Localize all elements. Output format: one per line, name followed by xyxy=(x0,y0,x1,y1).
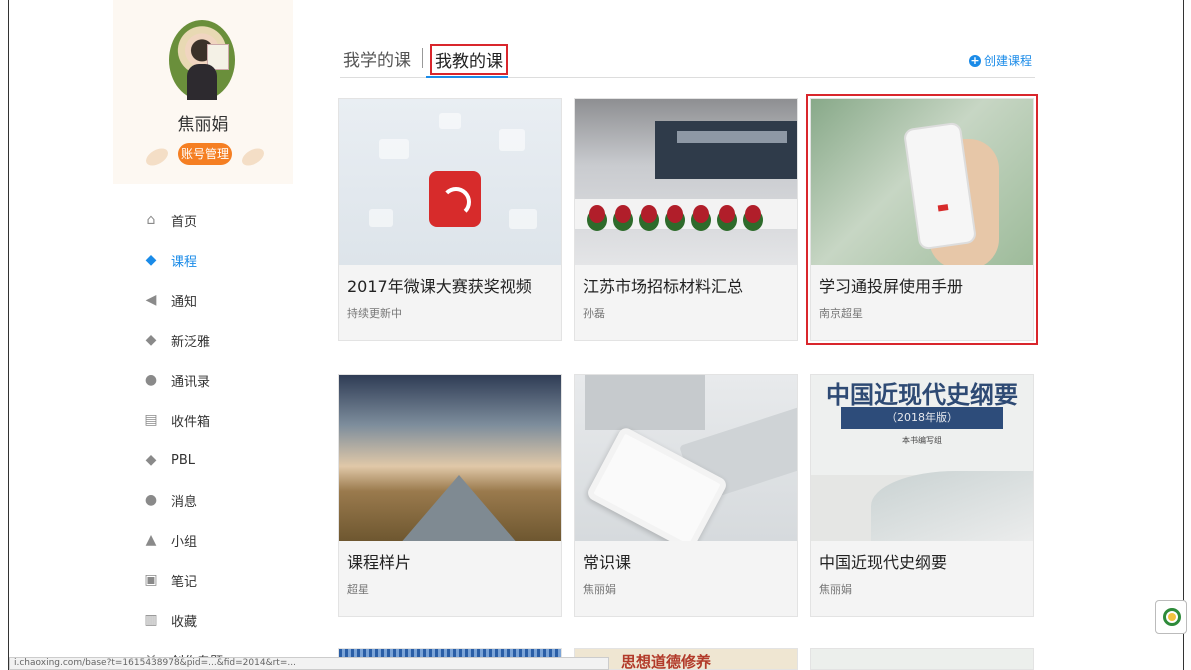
inbox-icon: ▤ xyxy=(144,412,158,428)
diamond-icon: ◆ xyxy=(145,332,157,348)
sidebar-item-inbox[interactable]: ▤ 收件箱 xyxy=(113,400,293,440)
sidebar-item-label: 课程 xyxy=(171,254,198,270)
browser-status-url: i.chaoxing.com/base?t=1615438978&pid=...… xyxy=(9,657,609,670)
course-card[interactable]: 中国近现代史纲要 （2018年版） 本书编写组 中国近现代史纲要 焦丽娟 xyxy=(810,374,1034,617)
create-course-button[interactable]: + 创建课程 xyxy=(968,52,1032,69)
course-author: 孙磊 xyxy=(583,307,605,320)
course-author: 焦丽娟 xyxy=(819,583,852,596)
sidebar-item-label: 通知 xyxy=(171,294,198,310)
book-cover-edition: （2018年版） xyxy=(841,407,1003,429)
course-title: 学习通投屏使用手册 xyxy=(819,277,964,296)
group-icon: ▲ xyxy=(145,532,157,548)
sidebar-item-home[interactable]: ⌂ 首页 xyxy=(113,200,293,240)
sidebar-item-notes[interactable]: ▣ 笔记 xyxy=(113,560,293,600)
book-cover-title: 中国近现代史纲要 xyxy=(826,381,1018,409)
course-thumbnail xyxy=(575,375,797,541)
support-agent-icon xyxy=(1163,608,1181,626)
sidebar-item-pbl[interactable]: ◆ PBL xyxy=(113,440,293,480)
customer-service-button[interactable] xyxy=(1155,600,1187,634)
sidebar-item-favorites[interactable]: ▥ 收藏 xyxy=(113,600,293,640)
home-icon: ⌂ xyxy=(146,212,156,228)
partial-card-text: 思想道德修养 xyxy=(621,653,712,670)
course-author: 持续更新中 xyxy=(347,307,402,320)
sidebar: 焦丽娟 账号管理 ⌂ 首页 ◆ 课程 ◀ 通知 ◆ 新泛雅 ● 通讯录 ▤ 收件… xyxy=(113,0,293,670)
course-title: 常识课 xyxy=(583,553,632,572)
decor-leaf-right xyxy=(239,144,267,170)
course-icon: ◆ xyxy=(145,252,157,268)
tab-learning-courses[interactable]: 我学的课 xyxy=(343,46,411,71)
course-card[interactable]: 课程样片 超星 xyxy=(338,374,562,617)
avatar[interactable] xyxy=(169,20,235,100)
course-title: 课程样片 xyxy=(347,553,412,572)
sidebar-item-label: 首页 xyxy=(171,214,198,230)
tab-teaching-courses[interactable]: 我教的课 xyxy=(430,44,508,75)
book-cover-editor: 本书编写组 xyxy=(902,436,942,445)
avatar-figure xyxy=(187,64,217,100)
sidebar-item-label: 收件箱 xyxy=(171,414,211,430)
tab-separator xyxy=(422,48,423,68)
course-thumbnail xyxy=(811,99,1033,265)
sidebar-item-label: 小组 xyxy=(171,534,198,550)
username: 焦丽娟 xyxy=(177,115,229,135)
active-tab-underline xyxy=(426,76,508,78)
sidebar-item-contacts[interactable]: ● 通讯录 xyxy=(113,360,293,400)
course-tabs: 我学的课 我教的课 + 创建课程 xyxy=(340,42,1035,78)
plus-circle-icon: + xyxy=(968,53,981,67)
diamond-icon: ◆ xyxy=(145,452,157,468)
course-title: 2017年微课大赛获奖视频 xyxy=(347,277,532,296)
course-card-partial[interactable] xyxy=(810,648,1034,670)
course-title: 江苏市场招标材料汇总 xyxy=(583,277,744,296)
sidebar-nav: ⌂ 首页 ◆ 课程 ◀ 通知 ◆ 新泛雅 ● 通讯录 ▤ 收件箱 ◆ PBL ● xyxy=(113,200,293,670)
course-author: 南京超星 xyxy=(819,307,863,320)
course-thumbnail xyxy=(339,99,561,265)
sidebar-item-course[interactable]: ◆ 课程 xyxy=(113,240,293,280)
sidebar-item-notice[interactable]: ◀ 通知 xyxy=(113,280,293,320)
chat-icon: ● xyxy=(144,492,158,508)
course-author: 焦丽娟 xyxy=(583,583,616,596)
note-icon: ▣ xyxy=(144,572,158,588)
speaker-icon: ◀ xyxy=(145,292,157,308)
course-card[interactable]: 常识课 焦丽娟 xyxy=(574,374,798,617)
decor-leaf-left xyxy=(143,144,171,170)
bookmark-icon: ▥ xyxy=(144,612,158,628)
course-card-highlighted[interactable]: 学习通投屏使用手册 南京超星 xyxy=(806,94,1038,345)
profile-panel: 焦丽娟 账号管理 xyxy=(113,0,293,184)
contacts-icon: ● xyxy=(144,372,158,388)
sidebar-item-label: 消息 xyxy=(171,494,198,510)
course-thumbnail xyxy=(339,375,561,541)
sidebar-item-xinfanya[interactable]: ◆ 新泛雅 xyxy=(113,320,293,360)
sidebar-item-label: 笔记 xyxy=(171,574,198,590)
course-card[interactable]: 江苏市场招标材料汇总 孙磊 xyxy=(574,98,798,341)
course-title: 中国近现代史纲要 xyxy=(819,553,948,572)
sidebar-item-group[interactable]: ▲ 小组 xyxy=(113,520,293,560)
sidebar-item-label: 新泛雅 xyxy=(171,334,211,350)
sidebar-item-messages[interactable]: ● 消息 xyxy=(113,480,293,520)
course-thumbnail: 中国近现代史纲要 （2018年版） 本书编写组 xyxy=(811,375,1033,541)
sidebar-item-label: PBL xyxy=(171,452,196,468)
create-course-label: 创建课程 xyxy=(983,54,1032,68)
account-management-button[interactable]: 账号管理 xyxy=(178,143,232,165)
course-author: 超星 xyxy=(347,583,369,596)
sidebar-item-label: 收藏 xyxy=(171,614,198,630)
course-card[interactable]: 2017年微课大赛获奖视频 持续更新中 xyxy=(338,98,562,341)
course-thumbnail xyxy=(575,99,797,265)
xuexitong-logo-icon xyxy=(429,171,481,227)
sidebar-item-label: 通讯录 xyxy=(171,374,211,390)
